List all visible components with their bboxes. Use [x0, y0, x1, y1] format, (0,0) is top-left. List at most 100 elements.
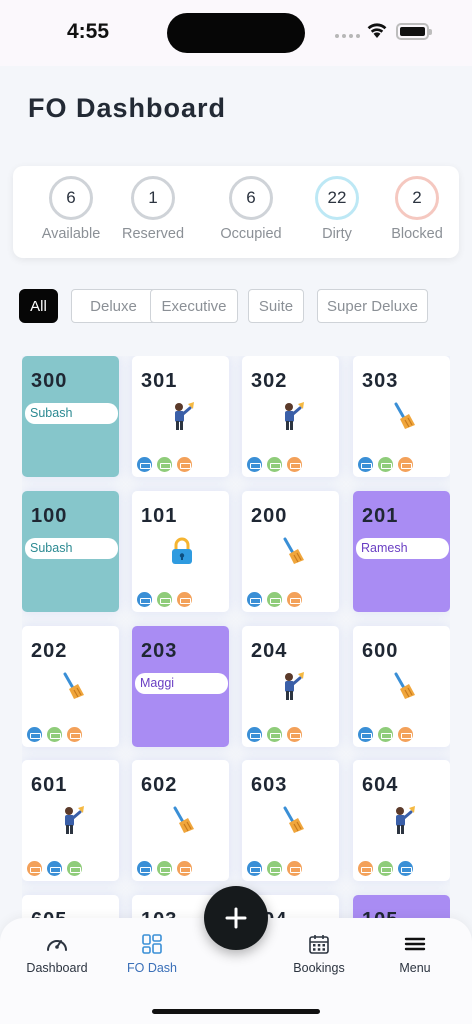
stat-dirty[interactable]: 22 Dirty: [292, 176, 382, 242]
room-stats-card: 6 Available 1 Reserved 6 Occupied 22 Dir…: [13, 166, 459, 258]
room-tile-202[interactable]: 202: [22, 626, 119, 747]
stat-occupied[interactable]: 6 Occupied: [206, 176, 296, 242]
nav-bookings[interactable]: Bookings: [274, 932, 364, 975]
guest-name: Subash: [25, 538, 118, 559]
room-number: 602: [141, 774, 178, 796]
room-amenity-icons: [137, 592, 192, 607]
room-number: 203: [141, 640, 178, 662]
room-tile-301[interactable]: 301: [132, 356, 229, 477]
housekeeper-icon: [277, 400, 307, 432]
hamburger-icon: [370, 932, 460, 956]
nav-fo-dash[interactable]: FO Dash: [107, 932, 197, 975]
room-tile-105[interactable]: 105: [353, 895, 450, 920]
housekeeper-icon: [167, 400, 197, 432]
room-tile-200[interactable]: 200: [242, 491, 339, 612]
guest-name: Ramesh: [356, 538, 449, 559]
guest-name: Maggi: [135, 673, 228, 694]
broom-icon: [277, 804, 307, 836]
room-amenity-icons: [27, 727, 82, 742]
room-amenity-icons: [137, 457, 192, 472]
calendar-icon: [274, 932, 364, 956]
room-tile-302[interactable]: 302: [242, 356, 339, 477]
plus-icon: [225, 907, 247, 929]
bed-icon: [287, 861, 302, 876]
stat-ring: 2: [395, 176, 439, 220]
bed-icon: [137, 457, 152, 472]
bed-icon: [157, 457, 172, 472]
room-amenity-icons: [247, 861, 302, 876]
bed-icon: [177, 861, 192, 876]
nav-label: Dashboard: [26, 961, 88, 975]
stat-available[interactable]: 6 Available: [26, 176, 116, 242]
room-tile-602[interactable]: 602: [132, 760, 229, 881]
room-amenity-icons: [247, 592, 302, 607]
room-number: 601: [31, 774, 68, 796]
housekeeper-icon: [388, 804, 418, 836]
room-tile-300[interactable]: 300 Subash: [22, 356, 119, 477]
filter-deluxe[interactable]: Deluxe: [71, 289, 156, 323]
stat-ring: 6: [49, 176, 93, 220]
room-number: 201: [362, 505, 399, 527]
room-number: 600: [362, 640, 399, 662]
bed-icon: [247, 727, 262, 742]
stat-ring: 6: [229, 176, 273, 220]
room-amenity-icons: [137, 861, 192, 876]
bed-icon: [27, 727, 42, 742]
bed-icon: [358, 727, 373, 742]
filter-super-deluxe[interactable]: Super Deluxe: [317, 289, 428, 323]
bed-icon: [177, 592, 192, 607]
room-grid: 300 Subash 301 302 303 100 Subash 101 200 201 Rame…: [22, 356, 450, 920]
bed-icon: [247, 592, 262, 607]
room-tile-601[interactable]: 601: [22, 760, 119, 881]
housekeeper-icon: [277, 670, 307, 702]
stat-blocked[interactable]: 2 Blocked: [372, 176, 462, 242]
housekeeper-icon: [57, 804, 87, 836]
bed-icon: [287, 457, 302, 472]
nav-label: Menu: [399, 961, 431, 975]
stat-ring: 22: [315, 176, 359, 220]
filter-suite[interactable]: Suite: [248, 289, 304, 323]
add-button[interactable]: [204, 886, 268, 950]
filter-all[interactable]: All: [19, 289, 58, 323]
room-tile-303[interactable]: 303: [353, 356, 450, 477]
room-tile-604[interactable]: 604: [353, 760, 450, 881]
home-indicator: [152, 1009, 320, 1014]
room-tile-101[interactable]: 101: [132, 491, 229, 612]
room-tile-600[interactable]: 600: [353, 626, 450, 747]
status-time: 4:55: [67, 20, 110, 43]
room-number: 204: [251, 640, 288, 662]
bed-icon: [267, 457, 282, 472]
room-amenity-icons: [358, 727, 413, 742]
battery-icon: [396, 23, 432, 40]
filter-executive[interactable]: Executive: [150, 289, 238, 323]
broom-icon: [167, 804, 197, 836]
room-tile-605[interactable]: 605: [22, 895, 119, 920]
room-number: 300: [31, 370, 68, 392]
wifi-icon: [367, 23, 387, 38]
broom-icon: [277, 535, 307, 567]
bed-icon: [398, 861, 413, 876]
bed-icon: [287, 592, 302, 607]
nav-menu[interactable]: Menu: [370, 932, 460, 975]
room-tile-201[interactable]: 201 Ramesh: [353, 491, 450, 612]
room-tile-603[interactable]: 603: [242, 760, 339, 881]
bed-icon: [47, 727, 62, 742]
room-amenity-icons: [247, 727, 302, 742]
bed-icon: [267, 727, 282, 742]
bed-icon: [157, 592, 172, 607]
stat-reserved[interactable]: 1 Reserved: [108, 176, 198, 242]
nav-dashboard[interactable]: Dashboard: [12, 932, 102, 975]
room-amenity-icons: [358, 457, 413, 472]
nav-label: Bookings: [293, 961, 345, 975]
grid-icon: [107, 932, 197, 956]
room-number: 200: [251, 505, 288, 527]
room-number: 100: [31, 505, 68, 527]
bed-icon: [267, 861, 282, 876]
room-tile-203[interactable]: 203 Maggi: [132, 626, 229, 747]
bed-icon: [358, 861, 373, 876]
broom-icon: [388, 400, 418, 432]
room-number: 603: [251, 774, 288, 796]
room-tile-100[interactable]: 100 Subash: [22, 491, 119, 612]
room-tile-204[interactable]: 204: [242, 626, 339, 747]
bed-icon: [67, 861, 82, 876]
